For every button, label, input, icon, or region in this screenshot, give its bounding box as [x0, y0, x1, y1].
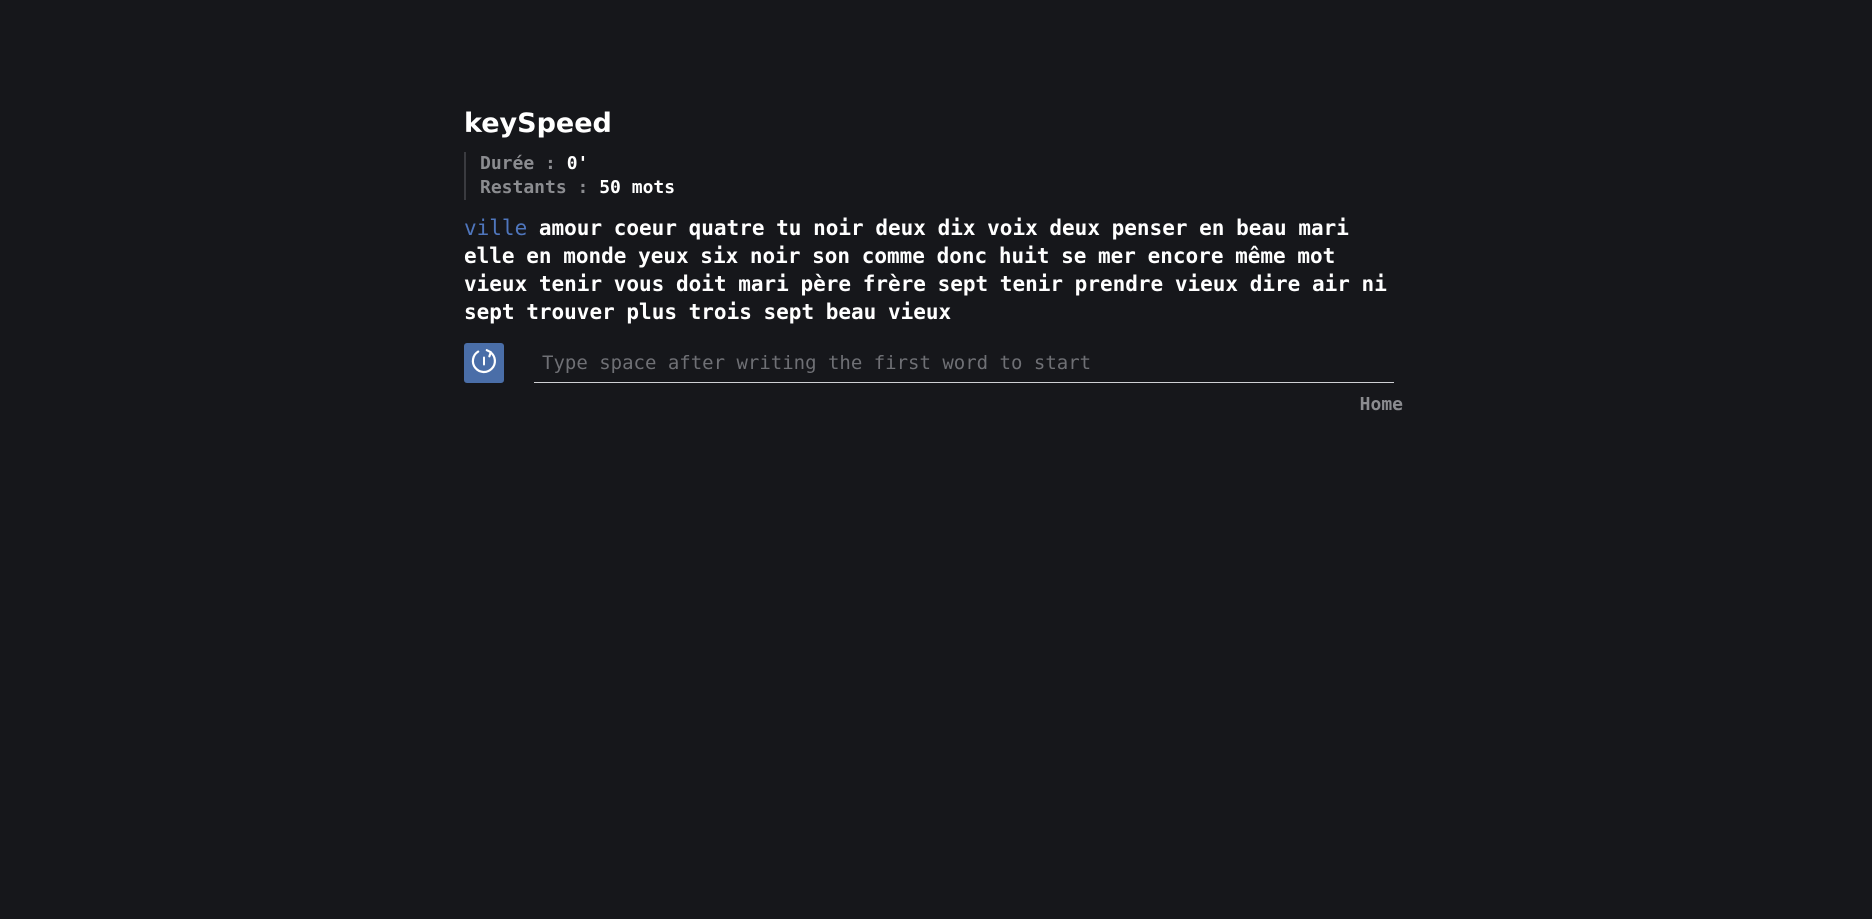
remaining-row: Restants : 50 mots [480, 176, 1404, 200]
word: beau [1236, 216, 1287, 240]
word-list: ville amour coeur quatre tu noir deux di… [464, 214, 1404, 326]
typing-input[interactable] [534, 343, 1394, 383]
word: mot [1297, 244, 1336, 268]
word: en [1199, 216, 1225, 240]
word: vieux [464, 272, 528, 296]
word: frère [862, 272, 926, 296]
word: noir [749, 244, 801, 268]
word: air [1311, 272, 1350, 296]
word: vieux [887, 300, 952, 324]
word: encore [1147, 244, 1224, 268]
word: sept [464, 300, 515, 324]
word: son [812, 244, 851, 268]
word: donc [936, 244, 988, 268]
word: trois [688, 300, 752, 324]
word: plus [626, 300, 677, 324]
word: elle [464, 244, 515, 268]
word: trouver [526, 300, 615, 324]
word: comme [861, 244, 925, 268]
duration-label: Durée : [480, 153, 567, 174]
stats-panel: Durée : 0' Restants : 50 mots [464, 152, 1404, 200]
word: beau [825, 300, 877, 324]
word: mer [1098, 244, 1136, 268]
word: six [700, 244, 739, 268]
word: dire [1249, 272, 1301, 296]
word: noir [813, 216, 864, 240]
word: yeux [638, 244, 689, 268]
duration-value: 0' [566, 153, 589, 174]
word: quatre [688, 216, 765, 240]
word: tu [776, 216, 802, 240]
word: monde [563, 244, 627, 268]
word: sept [937, 272, 989, 296]
restart-icon [469, 346, 499, 380]
word: deux [1049, 216, 1100, 240]
duration-row: Durée : 0' [480, 152, 1404, 176]
current-word: ville [464, 216, 528, 240]
word: deux [875, 216, 926, 240]
word: mari [738, 272, 789, 296]
word: doit [675, 272, 727, 296]
input-row [464, 342, 1404, 384]
word: vous [613, 272, 665, 296]
word: en [526, 244, 552, 268]
word: père [800, 272, 852, 296]
word: penser [1111, 216, 1188, 240]
word: ni [1361, 272, 1387, 296]
word: tenir [538, 272, 603, 296]
word: même [1235, 244, 1286, 268]
restart-button[interactable] [464, 343, 504, 383]
word: prendre [1074, 272, 1164, 296]
word: coeur [613, 216, 677, 240]
home-link[interactable]: Home [1360, 394, 1403, 415]
app-title: keySpeed [464, 108, 612, 139]
word: tenir [999, 272, 1064, 296]
word: voix [987, 216, 1038, 240]
remaining-label: Restants : [480, 177, 600, 198]
word: amour [538, 216, 603, 240]
word: huit [998, 244, 1050, 268]
word: sept [763, 300, 815, 324]
home-row: Home [464, 394, 1403, 415]
word: vieux [1174, 272, 1239, 296]
word: se [1061, 244, 1087, 268]
app-container: keySpeed Durée : 0' Restants : 50 mots v… [464, 104, 1404, 415]
remaining-value: 50 mots [599, 177, 676, 198]
word: mari [1298, 216, 1349, 240]
word: dix [937, 216, 976, 240]
